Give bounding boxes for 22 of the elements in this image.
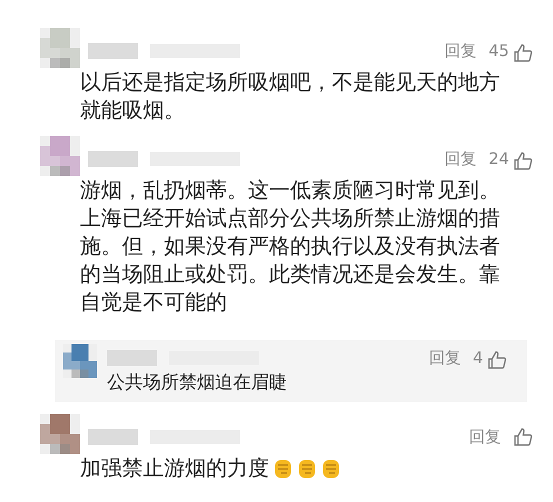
blurred-name <box>107 350 157 366</box>
reply-link[interactable]: 回复 <box>444 39 477 63</box>
blurred-name <box>88 151 138 167</box>
comment-text: 以后还是指定场所吸烟吧，不是能见天的地方就能吸烟。 <box>80 70 500 122</box>
blurred-name <box>88 429 138 445</box>
avatar[interactable] <box>40 414 80 454</box>
reply-link[interactable]: 回复 <box>428 346 461 370</box>
thumbs-up-icon[interactable] <box>513 43 533 63</box>
like-count: 4 <box>472 347 483 369</box>
comment-text: 加强禁止游烟的力度 <box>80 456 269 480</box>
avatar[interactable] <box>63 344 97 378</box>
like-count: 24 <box>488 148 509 170</box>
avatar[interactable] <box>40 136 80 176</box>
reply-link[interactable]: 回复 <box>444 147 477 171</box>
like-count: 45 <box>488 40 509 62</box>
thumbs-up-icon[interactable] <box>513 151 533 171</box>
comment-text: 游烟，乱扔烟蒂。这一低素质陋习时常见到。上海已经开始试点部分公共场所禁止游烟的措施。但，如果没有严格的执行以及没有执法者的当场阻止或处罚。此类情况还是会发生。靠自觉是不可能的 <box>80 178 500 314</box>
reply-link[interactable]: 回复 <box>469 425 501 449</box>
reply-text: 公共场所禁烟迫在眉睫 <box>107 371 288 395</box>
blurred-name <box>88 43 138 59</box>
thumbs-up-icon[interactable] <box>513 427 533 447</box>
thumbs-up-icon[interactable] <box>487 350 507 370</box>
